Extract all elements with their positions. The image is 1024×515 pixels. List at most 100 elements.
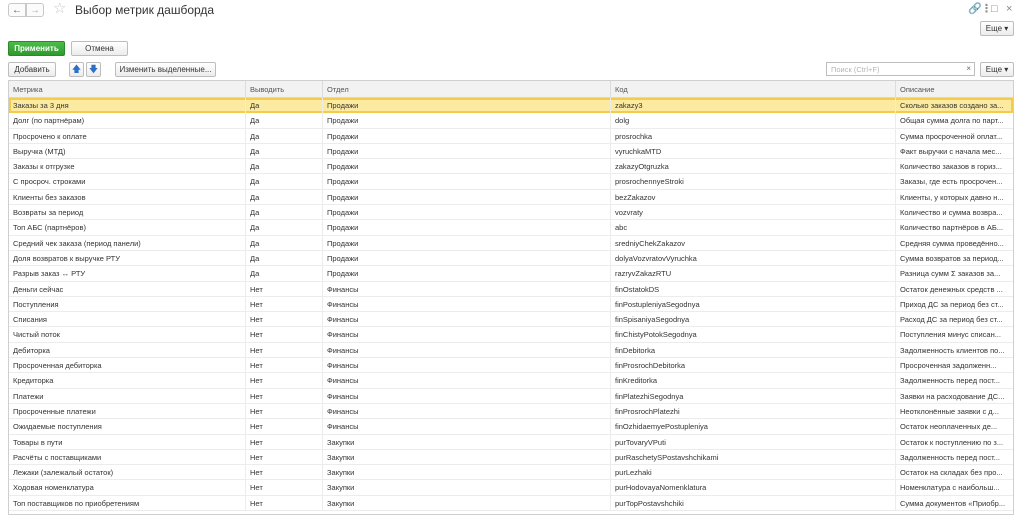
edit-selected-button[interactable]: Изменить выделенные... bbox=[115, 62, 216, 77]
column-header-department[interactable]: Отдел bbox=[323, 81, 611, 98]
column-header-show[interactable]: Выводить bbox=[246, 81, 323, 98]
form-more-button[interactable]: Еще ▾ bbox=[980, 21, 1014, 36]
table-row[interactable]: Средний чек заказа (период панели) Да Прод… bbox=[9, 235, 1013, 251]
table-more-button[interactable]: Еще ▾ bbox=[980, 62, 1014, 77]
table-row[interactable]: С просроч. строками Да Продажи prosrochenny… bbox=[9, 174, 1013, 190]
cell-show: Да bbox=[246, 174, 323, 190]
cell-code: finKreditorka bbox=[611, 373, 896, 389]
column-header-metric[interactable]: Метрика bbox=[9, 81, 246, 98]
back-button[interactable]: ← bbox=[8, 3, 26, 17]
cell-metric: Топ АБС (партнёров) bbox=[9, 220, 246, 236]
cell-show: Нет bbox=[246, 342, 323, 358]
cell-code: finOzhidaemyePostupleniya bbox=[611, 419, 896, 435]
column-header-description[interactable]: Описание bbox=[896, 81, 1013, 98]
apply-button[interactable]: Применить bbox=[8, 41, 65, 56]
cell-metric: Возвраты за период bbox=[9, 205, 246, 221]
cell-code: zakazyOtgruzka bbox=[611, 159, 896, 175]
table-row[interactable]: Просроченная дебиторка Нет Финансы finProsr… bbox=[9, 358, 1013, 374]
table-row[interactable]: Поступления Нет Финансы finPostupleniyaSego… bbox=[9, 296, 1013, 313]
table-row[interactable]: Разрыв заказ ↔ РТУ Да Продажи razryvZakazRT… bbox=[9, 266, 1013, 282]
cell-code: finProsrochDebitorka bbox=[611, 358, 896, 374]
table-row[interactable]: Платежи Нет Финансы finPlatezhiSegodnya Заяв… bbox=[9, 388, 1013, 404]
link-icon[interactable]: 🔗 bbox=[968, 2, 982, 16]
table-row[interactable]: Дебиторка Нет Финансы finDebitorka Задолженн… bbox=[9, 342, 1013, 359]
table-header: Метрика Выводить Отдел Код Описание bbox=[9, 81, 1013, 98]
star-icon[interactable]: ☆ bbox=[53, 1, 66, 17]
cell-code: vozvraty bbox=[611, 205, 896, 221]
cell-department: Финансы bbox=[323, 342, 611, 358]
cell-metric: Платежи bbox=[9, 388, 246, 404]
cell-description: Разница сумм Σ заказов за... bbox=[900, 269, 1001, 279]
cell-metric: Ходовая номенклатура bbox=[9, 480, 246, 496]
table-row[interactable]: Списания Нет Финансы finSpisaniyaSegodnya Ра… bbox=[9, 312, 1013, 328]
cell-show: Да bbox=[246, 159, 323, 175]
arrow-left-icon: ← bbox=[12, 4, 22, 16]
search-field[interactable]: × bbox=[826, 62, 975, 76]
table-row[interactable]: Деньги сейчас Нет Финансы finOstatokDS Остат… bbox=[9, 281, 1013, 297]
restore-icon[interactable]: □ bbox=[991, 2, 998, 16]
cancel-button[interactable]: Отмена bbox=[71, 41, 128, 56]
table-row[interactable]: Товары в пути Нет Закупки purTovaryVPuti Ост… bbox=[9, 434, 1013, 450]
table-row[interactable]: Выручка (МТД) Да Продажи vyruchkaMTD Факт вы… bbox=[9, 143, 1013, 160]
cell-metric: Просрочено к оплате bbox=[9, 128, 246, 144]
cell-department: Продажи bbox=[323, 159, 611, 175]
cell-code: vyruchkaMTD bbox=[611, 143, 896, 159]
table-row[interactable]: Ожидаемые поступления Нет Финансы finOzhida… bbox=[9, 419, 1013, 435]
column-header-code[interactable]: Код bbox=[611, 81, 896, 98]
cell-department: Продажи bbox=[323, 143, 611, 159]
cell-department: Финансы bbox=[323, 419, 611, 435]
table-row[interactable]: Заказы к отгрузке Да Продажи zakazyOtgruzka… bbox=[9, 159, 1013, 175]
table-row[interactable]: Чистый поток Нет Финансы finChistyPotokSego… bbox=[9, 327, 1013, 343]
cell-metric: Долг (по партнёрам) bbox=[9, 113, 246, 129]
cell-show: Нет bbox=[246, 449, 323, 465]
table-body: Заказы за 3 дня Да Продажи zakazy3 Сколько з… bbox=[9, 98, 1013, 512]
table-row[interactable]: Ходовая номенклатура Нет Закупки purHodovay… bbox=[9, 480, 1013, 496]
cell-department: Продажи bbox=[323, 266, 611, 282]
cell-description: Сумма возвратов за период... bbox=[900, 253, 1004, 263]
table-row[interactable]: Заказы за 3 дня Да Продажи zakazy3 Сколько з… bbox=[9, 98, 1013, 114]
move-down-button[interactable]: 🡇 bbox=[86, 62, 101, 77]
cell-show: Да bbox=[246, 250, 323, 266]
cell-metric: Заказы к отгрузке bbox=[9, 159, 246, 175]
clear-search-icon[interactable]: × bbox=[966, 63, 971, 75]
cell-department: Закупки bbox=[323, 465, 611, 481]
cell-code: dolg bbox=[611, 113, 896, 129]
cell-department: Продажи bbox=[323, 205, 611, 221]
cell-code: finProsrochPlatezhi bbox=[611, 403, 896, 419]
table-row[interactable]: Просрочено к оплате Да Продажи prosrochka Су… bbox=[9, 128, 1013, 144]
table-row[interactable]: Долг (по партнёрам) Да Продажи dolg Общая су… bbox=[9, 113, 1013, 129]
cell-show: Да bbox=[246, 113, 323, 129]
cell-metric: Выручка (МТД) bbox=[9, 143, 246, 159]
table-row[interactable]: Клиенты без заказов Да Продажи bezZakazov Кл… bbox=[9, 189, 1013, 206]
cell-show: Нет bbox=[246, 388, 323, 404]
cell-description: Неотклонённые заявки с д... bbox=[900, 406, 999, 416]
cell-department: Закупки bbox=[323, 495, 611, 511]
table-row[interactable]: Расчёты с поставщиками Нет Закупки purRasch… bbox=[9, 449, 1013, 466]
table-row[interactable]: Просроченные платежи Нет Финансы finProsroc… bbox=[9, 403, 1013, 420]
cell-metric: Заказы за 3 дня bbox=[9, 98, 246, 113]
cell-metric: Средний чек заказа (период панели) bbox=[9, 235, 246, 251]
arrow-down-icon: 🡇 bbox=[88, 63, 99, 74]
table-row[interactable]: Топ АБС (партнёров) Да Продажи abc Количеств… bbox=[9, 220, 1013, 236]
cell-department: Закупки bbox=[323, 434, 611, 450]
metrics-table[interactable]: Метрика Выводить Отдел Код Описание Зака… bbox=[8, 80, 1014, 515]
add-button[interactable]: Добавить bbox=[8, 62, 56, 77]
cell-code: finOstatokDS bbox=[611, 281, 896, 297]
table-row[interactable]: Кредиторка Нет Финансы finKreditorka Задолже… bbox=[9, 373, 1013, 389]
close-icon[interactable]: × bbox=[1006, 2, 1012, 16]
move-up-button[interactable]: 🡅 bbox=[69, 62, 84, 77]
cell-show: Да bbox=[246, 143, 323, 159]
cell-code: prosrochennyeStroki bbox=[611, 174, 896, 190]
cell-description: Остаток к поступлению по з... bbox=[900, 437, 1004, 447]
cell-department: Продажи bbox=[323, 128, 611, 144]
search-input[interactable] bbox=[827, 63, 963, 75]
table-row[interactable]: Лежаки (залежалый остаток) Нет Закупки purL… bbox=[9, 465, 1013, 481]
forward-button[interactable]: → bbox=[26, 3, 44, 17]
table-row[interactable]: Топ поставщиков по приобретениям Нет Закуп… bbox=[9, 495, 1013, 512]
table-row[interactable]: Доля возвратов к выручке РТУ Да Продажи dol… bbox=[9, 250, 1013, 267]
cell-description: Приход ДС за период без ст... bbox=[900, 299, 1004, 309]
cell-show: Да bbox=[246, 189, 323, 205]
cell-description: Количество и сумма возвра... bbox=[900, 208, 1003, 218]
cell-description: Клиенты, у которых давно н... bbox=[900, 192, 1004, 202]
table-row[interactable]: Возвраты за период Да Продажи vozvraty Колич… bbox=[9, 205, 1013, 221]
